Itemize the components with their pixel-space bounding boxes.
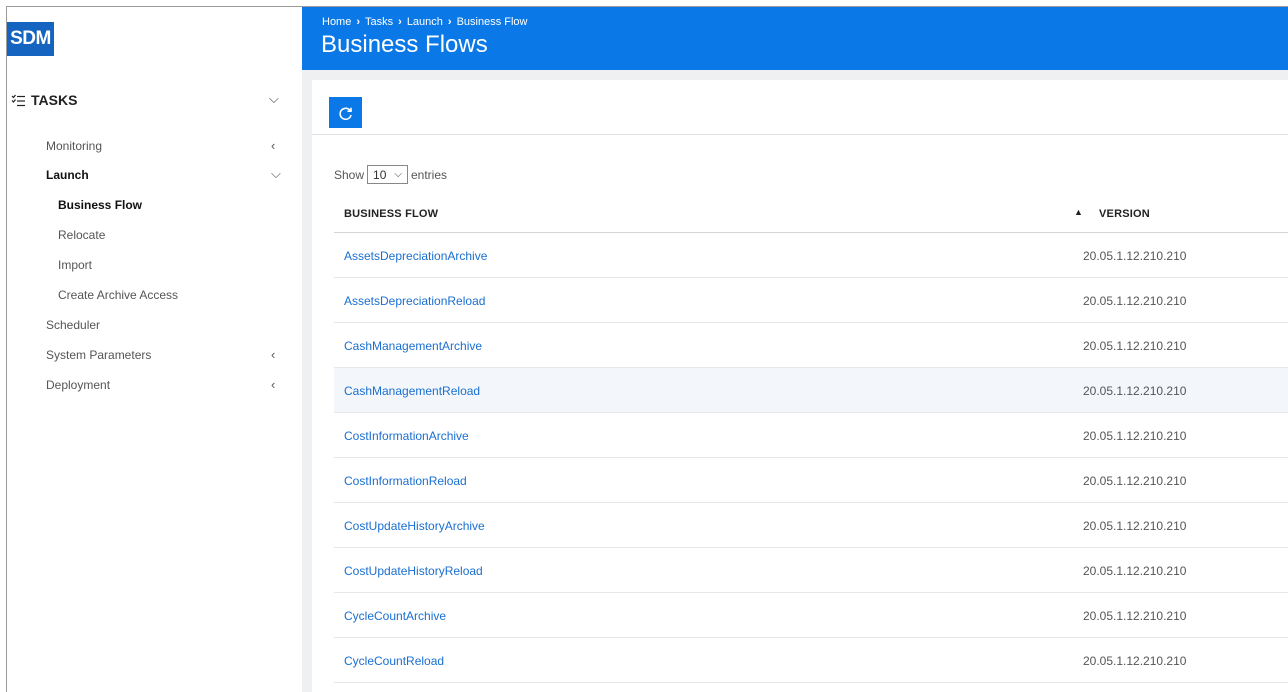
sidebar-item-system-parameters[interactable]: System Parameters: [46, 348, 151, 362]
breadcrumb-tasks[interactable]: Tasks: [365, 16, 393, 28]
entries-label: entries: [410, 167, 448, 182]
page-title: Business Flows: [321, 31, 488, 58]
version-cell: 20.05.1.12.210.210: [1083, 294, 1187, 308]
sidebar-item-launch[interactable]: Launch: [46, 168, 89, 182]
header-bar: Home › Tasks › Launch › Business Flow Bu…: [302, 7, 1288, 70]
chevron-down-icon[interactable]: ⌵: [269, 91, 279, 107]
show-label: Show: [334, 167, 365, 182]
column-header-version[interactable]: VERSION: [1099, 208, 1150, 220]
refresh-icon: [339, 107, 352, 121]
sidebar-section-tasks[interactable]: TASKS: [11, 92, 77, 108]
logo-area: SDM: [7, 7, 302, 70]
sidebar-section-label: TASKS: [31, 92, 78, 108]
toolbar: [312, 80, 1288, 135]
sidebar: TASKS ⌵ Monitoring ‹ Launch ⌵ Business F…: [7, 70, 302, 692]
table-row: CostUpdateHistoryArchive 20.05.1.12.210.2…: [334, 503, 1288, 548]
version-cell: 20.05.1.12.210.210: [1083, 384, 1187, 398]
sidebar-item-deployment[interactable]: Deployment: [46, 378, 110, 392]
table-row: AssetsDepreciationReload 20.05.1.12.210.2…: [334, 278, 1288, 323]
task-list-icon: [11, 94, 25, 106]
sidebar-item-relocate[interactable]: Relocate: [58, 228, 105, 242]
table-row: CashManagementArchive 20.05.1.12.210.210: [334, 323, 1288, 368]
version-cell: 20.05.1.12.210.210: [1083, 564, 1187, 578]
business-flow-link[interactable]: CostUpdateHistoryReload: [344, 564, 483, 578]
version-cell: 20.05.1.12.210.210: [1083, 474, 1187, 488]
chevron-right-icon: ›: [447, 16, 452, 28]
chevron-right-icon: ›: [398, 16, 402, 28]
version-cell: 20.05.1.12.210.210: [1083, 519, 1187, 533]
sidebar-item-create-archive-access[interactable]: Create Archive Access: [58, 288, 178, 302]
table-row: CostInformationArchive 20.05.1.12.210.210: [334, 413, 1288, 458]
sort-ascending-icon[interactable]: ▲: [1074, 207, 1083, 217]
sidebar-item-scheduler[interactable]: Scheduler: [46, 318, 100, 332]
version-cell: 20.05.1.12.210.210: [1083, 654, 1187, 668]
column-header-business-flow[interactable]: BUSINESS FLOW: [344, 208, 438, 220]
app-window: SDM Home › Tasks › Launch › Business Flo…: [6, 6, 1288, 692]
breadcrumb: Home › Tasks › Launch › Business Flow: [322, 16, 528, 28]
table-row: AssetsDepreciationArchive 20.05.1.12.210.…: [334, 233, 1288, 278]
table-row: CycleCountReload 20.05.1.12.210.210: [334, 638, 1288, 683]
version-cell: 20.05.1.12.210.210: [1083, 249, 1187, 263]
business-flow-link[interactable]: AssetsDepreciationArchive: [344, 249, 487, 263]
breadcrumb-home[interactable]: Home: [322, 16, 351, 28]
table-row: CashManagementReload 20.05.1.12.210.210: [334, 368, 1288, 413]
entries-select[interactable]: 10 ⌵: [367, 165, 408, 184]
table-row: CostInformationReload 20.05.1.12.210.210: [334, 458, 1288, 503]
business-flow-link[interactable]: AssetsDepreciationReload: [344, 294, 485, 308]
version-cell: 20.05.1.12.210.210: [1083, 339, 1187, 353]
business-flow-link[interactable]: CostInformationReload: [344, 474, 467, 488]
app-logo[interactable]: SDM: [7, 22, 54, 56]
business-flow-link[interactable]: CashManagementArchive: [344, 339, 482, 353]
chevron-left-icon[interactable]: ‹: [271, 138, 275, 153]
business-flow-link[interactable]: CycleCountReload: [344, 654, 444, 668]
chevron-down-icon: ⌵: [394, 169, 402, 180]
chevron-down-icon[interactable]: ⌵: [271, 166, 281, 182]
business-flow-link[interactable]: CashManagementReload: [344, 384, 480, 398]
version-cell: 20.05.1.12.210.210: [1083, 609, 1187, 623]
version-cell: 20.05.1.12.210.210: [1083, 429, 1187, 443]
sidebar-item-monitoring[interactable]: Monitoring: [46, 139, 102, 153]
chevron-left-icon[interactable]: ‹: [271, 347, 275, 362]
table-row: CycleCountArchive 20.05.1.12.210.210: [334, 593, 1288, 638]
chevron-right-icon: ›: [356, 16, 361, 28]
business-flow-link[interactable]: CycleCountArchive: [344, 609, 446, 623]
entries-value: 10: [373, 167, 387, 182]
page-length-control: Show 10 ⌵ entries: [334, 165, 447, 184]
chevron-left-icon[interactable]: ‹: [271, 377, 275, 392]
breadcrumb-business-flow: Business Flow: [456, 16, 528, 28]
breadcrumb-launch[interactable]: Launch: [407, 16, 443, 28]
sidebar-item-business-flow[interactable]: Business Flow: [58, 198, 142, 212]
business-flow-link[interactable]: CostInformationArchive: [344, 429, 469, 443]
table-row: CostUpdateHistoryReload 20.05.1.12.210.21…: [334, 548, 1288, 593]
content-panel: Show 10 ⌵ entries BUSINESS FLOW ▲ VERSIO…: [312, 80, 1288, 692]
sidebar-item-import[interactable]: Import: [58, 258, 92, 272]
main-content: Show 10 ⌵ entries BUSINESS FLOW ▲ VERSIO…: [302, 70, 1288, 692]
refresh-button[interactable]: [329, 97, 362, 128]
business-flow-link[interactable]: CostUpdateHistoryArchive: [344, 519, 485, 533]
